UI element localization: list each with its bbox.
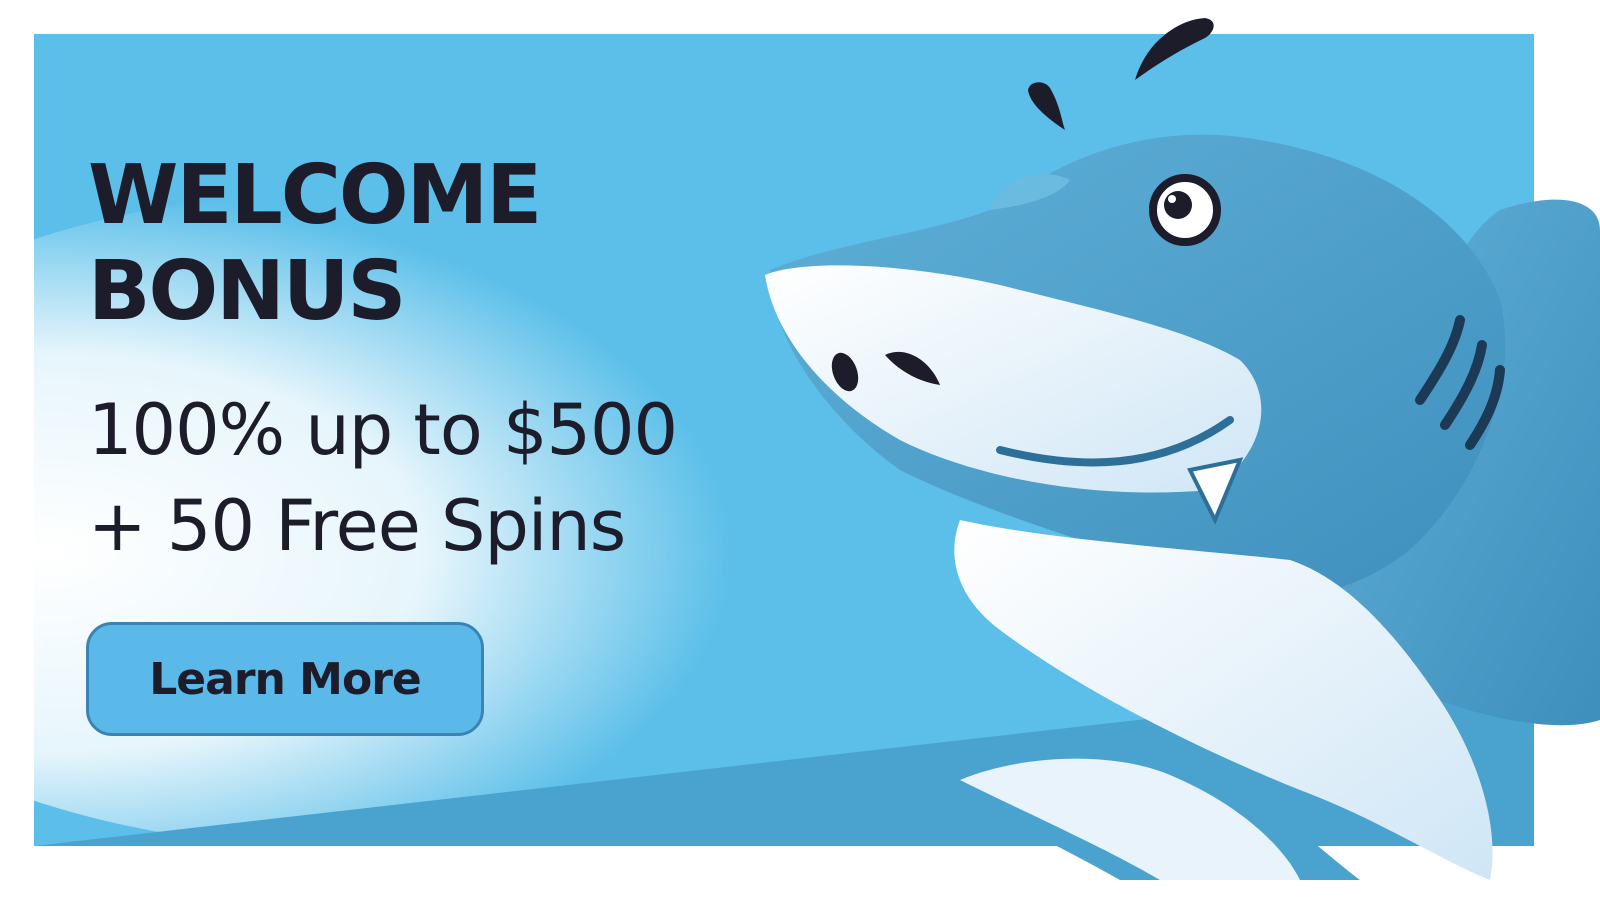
welcome-bonus-banner: WELCOME BONUS 100% up to $500 + 50 Free … bbox=[0, 0, 1600, 900]
offer-line-2: + 50 Free Spins bbox=[88, 485, 626, 567]
headline-line-1: WELCOME bbox=[88, 148, 542, 243]
headline-line-2: BONUS bbox=[88, 244, 406, 339]
promo-copy: WELCOME BONUS 100% up to $500 + 50 Free … bbox=[88, 148, 808, 574]
offer-line-1: 100% up to $500 bbox=[88, 389, 678, 471]
learn-more-button[interactable]: Learn More bbox=[86, 622, 484, 736]
headline: WELCOME BONUS bbox=[88, 148, 808, 340]
offer-text: 100% up to $500 + 50 Free Spins bbox=[88, 382, 808, 574]
